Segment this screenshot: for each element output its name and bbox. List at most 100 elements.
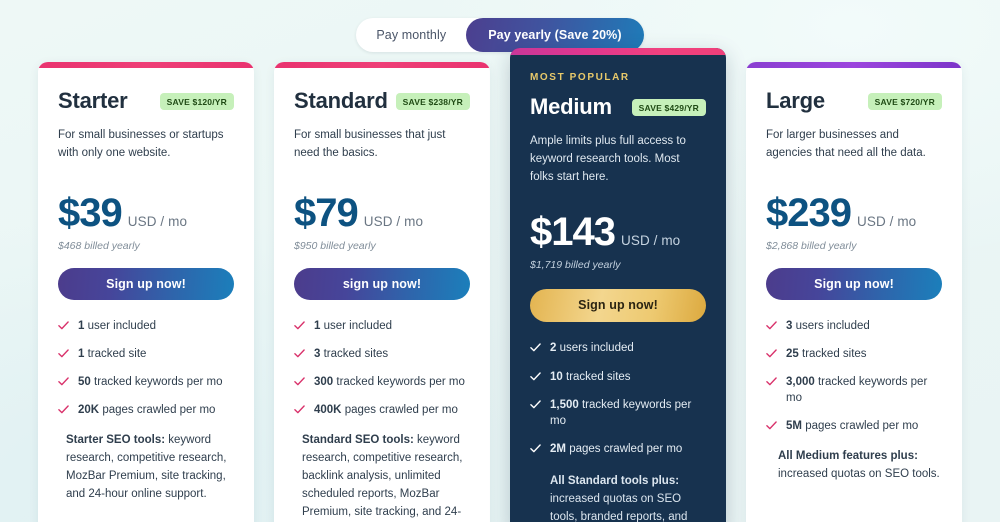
feature-text: tracked sites	[802, 348, 867, 361]
card-header-standard: Standard SAVE $238/YR	[294, 88, 470, 114]
pricing-card-standard: Standard SAVE $238/YR For small business…	[274, 62, 490, 522]
toggle-option-yearly[interactable]: Pay yearly (Save 20%)	[466, 18, 644, 52]
plan-description-starter: For small businesses or startups with on…	[58, 129, 224, 159]
pricing-page: Pay monthly Pay yearly (Save 20%) Starte…	[0, 0, 1000, 522]
toggle-option-monthly[interactable]: Pay monthly	[356, 18, 466, 52]
feature-text: pages crawled per mo	[344, 404, 458, 417]
feature-list-starter: 1 user included 1 tracked site 50 tracke…	[58, 318, 234, 418]
price-block-starter: $39 USD / mo $468 billed yearly	[58, 193, 234, 252]
footnote-standard: Standard SEO tools: keyword research, co…	[294, 432, 470, 522]
footnote-lead: All Medium features plus:	[778, 450, 918, 463]
save-badge-standard: SAVE $238/YR	[395, 92, 470, 110]
feature-value: 3,000	[786, 376, 815, 389]
plan-description-standard: For small businesses that just need the …	[294, 129, 446, 159]
check-icon	[766, 320, 777, 331]
check-icon	[530, 399, 541, 410]
footnote-large: All Medium features plus: increased quot…	[766, 448, 942, 484]
feature-text: user included	[323, 320, 393, 332]
plan-name-medium: Medium	[530, 94, 612, 119]
price-row-large: $239 USD / mo	[766, 193, 942, 233]
feature-text: tracked keywords per mo	[336, 376, 465, 389]
check-icon	[58, 376, 69, 387]
feature-list-standard: 1 user included 3 tracked sites 300 trac…	[294, 318, 470, 418]
plan-name-standard: Standard	[294, 88, 388, 113]
signup-button-standard[interactable]: sign up now!	[294, 268, 470, 300]
plan-description-medium: Ample limits plus full access to keyword…	[530, 135, 686, 183]
price-row-standard: $79 USD / mo	[294, 193, 470, 233]
check-icon	[294, 348, 305, 359]
feature-text: users included	[559, 342, 634, 355]
feature-value: 400K	[314, 404, 342, 417]
save-badge-medium: SAVE $429/YR	[631, 98, 706, 116]
list-item: 3 users included	[766, 318, 942, 334]
footnote-medium: All Standard tools plus: increased quota…	[530, 473, 706, 522]
feature-text: user included	[87, 320, 157, 332]
signup-button-medium[interactable]: Sign up now!	[530, 289, 706, 323]
price-row-starter: $39 USD / mo	[58, 193, 234, 233]
list-item: 3 tracked sites	[294, 346, 470, 362]
feature-value: 10	[550, 370, 563, 383]
feature-list-medium: 2 users included 10 tracked sites 1,500 …	[530, 340, 706, 456]
plan-price-standard: $79	[294, 191, 359, 235]
feature-text: pages crawled per mo	[102, 404, 216, 417]
price-unit-medium: USD / mo	[620, 233, 681, 249]
feature-value: 1	[78, 320, 85, 332]
price-unit-standard: USD / mo	[363, 214, 424, 229]
plan-name-starter: Starter	[58, 88, 128, 113]
list-item: 1,500 tracked keywords per mo	[530, 397, 706, 429]
feature-value: 3	[786, 320, 793, 332]
footnote-lead: Standard SEO tools:	[302, 434, 414, 447]
billed-yearly-standard: $950 billed yearly	[294, 240, 376, 252]
price-block-large: $239 USD / mo $2,868 billed yearly	[766, 193, 942, 252]
billing-toggle[interactable]: Pay monthly Pay yearly (Save 20%)	[356, 18, 644, 52]
check-icon	[530, 443, 541, 454]
feature-value: 20K	[78, 404, 100, 417]
feature-value: 1,500	[550, 398, 579, 411]
check-icon	[530, 342, 541, 353]
billed-yearly-medium: $1,719 billed yearly	[530, 259, 621, 272]
feature-value: 1	[78, 348, 85, 361]
feature-text: pages crawled per mo	[805, 420, 919, 433]
list-item: 25 tracked sites	[766, 346, 942, 362]
feature-text: tracked sites	[566, 370, 631, 383]
footnote-rest: keyword research, competitive research, …	[302, 434, 463, 518]
feature-text: pages crawled per mo	[569, 442, 683, 455]
feature-value: 2M	[550, 442, 566, 455]
list-item: 20K pages crawled per mo	[58, 402, 234, 418]
list-item: 1 user included	[294, 318, 470, 334]
billing-toggle-container: Pay monthly Pay yearly (Save 20%)	[0, 18, 1000, 52]
pricing-cards-row: Starter SAVE $120/YR For small businesse…	[0, 48, 1000, 522]
footnote-lead: All Standard tools plus:	[550, 474, 680, 487]
list-item: 1 user included	[58, 318, 234, 334]
signup-button-starter[interactable]: Sign up now!	[58, 268, 234, 300]
plan-price-starter: $39	[58, 191, 123, 235]
check-icon	[294, 376, 305, 387]
check-icon	[766, 420, 777, 431]
feature-text: users included	[795, 320, 870, 332]
plan-price-medium: $143	[530, 210, 616, 255]
check-icon	[58, 348, 69, 359]
feature-value: 3	[314, 348, 321, 361]
list-item: 1 tracked site	[58, 346, 234, 362]
save-badge-large: SAVE $720/YR	[867, 92, 942, 110]
feature-value: 2	[550, 342, 557, 355]
card-header-starter: Starter SAVE $120/YR	[58, 88, 234, 114]
feature-value: 25	[786, 348, 799, 361]
save-badge-starter: SAVE $120/YR	[159, 92, 234, 110]
list-item: 3,000 tracked keywords per mo	[766, 374, 942, 406]
check-icon	[58, 404, 69, 415]
card-header-medium: Medium SAVE $429/YR	[530, 94, 706, 120]
footnote-lead: Starter SEO tools:	[66, 434, 166, 447]
price-block-medium: $143 USD / mo $1,719 billed yearly	[530, 212, 706, 271]
list-item: 50 tracked keywords per mo	[58, 374, 234, 390]
price-unit-starter: USD / mo	[127, 214, 188, 229]
price-block-standard: $79 USD / mo $950 billed yearly	[294, 193, 470, 252]
footnote-starter: Starter SEO tools: keyword research, com…	[58, 432, 234, 503]
list-item: 400K pages crawled per mo	[294, 402, 470, 418]
pricing-card-large: Large SAVE $720/YR For larger businesses…	[746, 62, 962, 522]
plan-price-large: $239	[766, 191, 852, 235]
price-row-medium: $143 USD / mo	[530, 212, 706, 252]
feature-value: 5M	[786, 420, 802, 433]
feature-value: 1	[314, 320, 321, 332]
signup-button-large[interactable]: Sign up now!	[766, 268, 942, 300]
